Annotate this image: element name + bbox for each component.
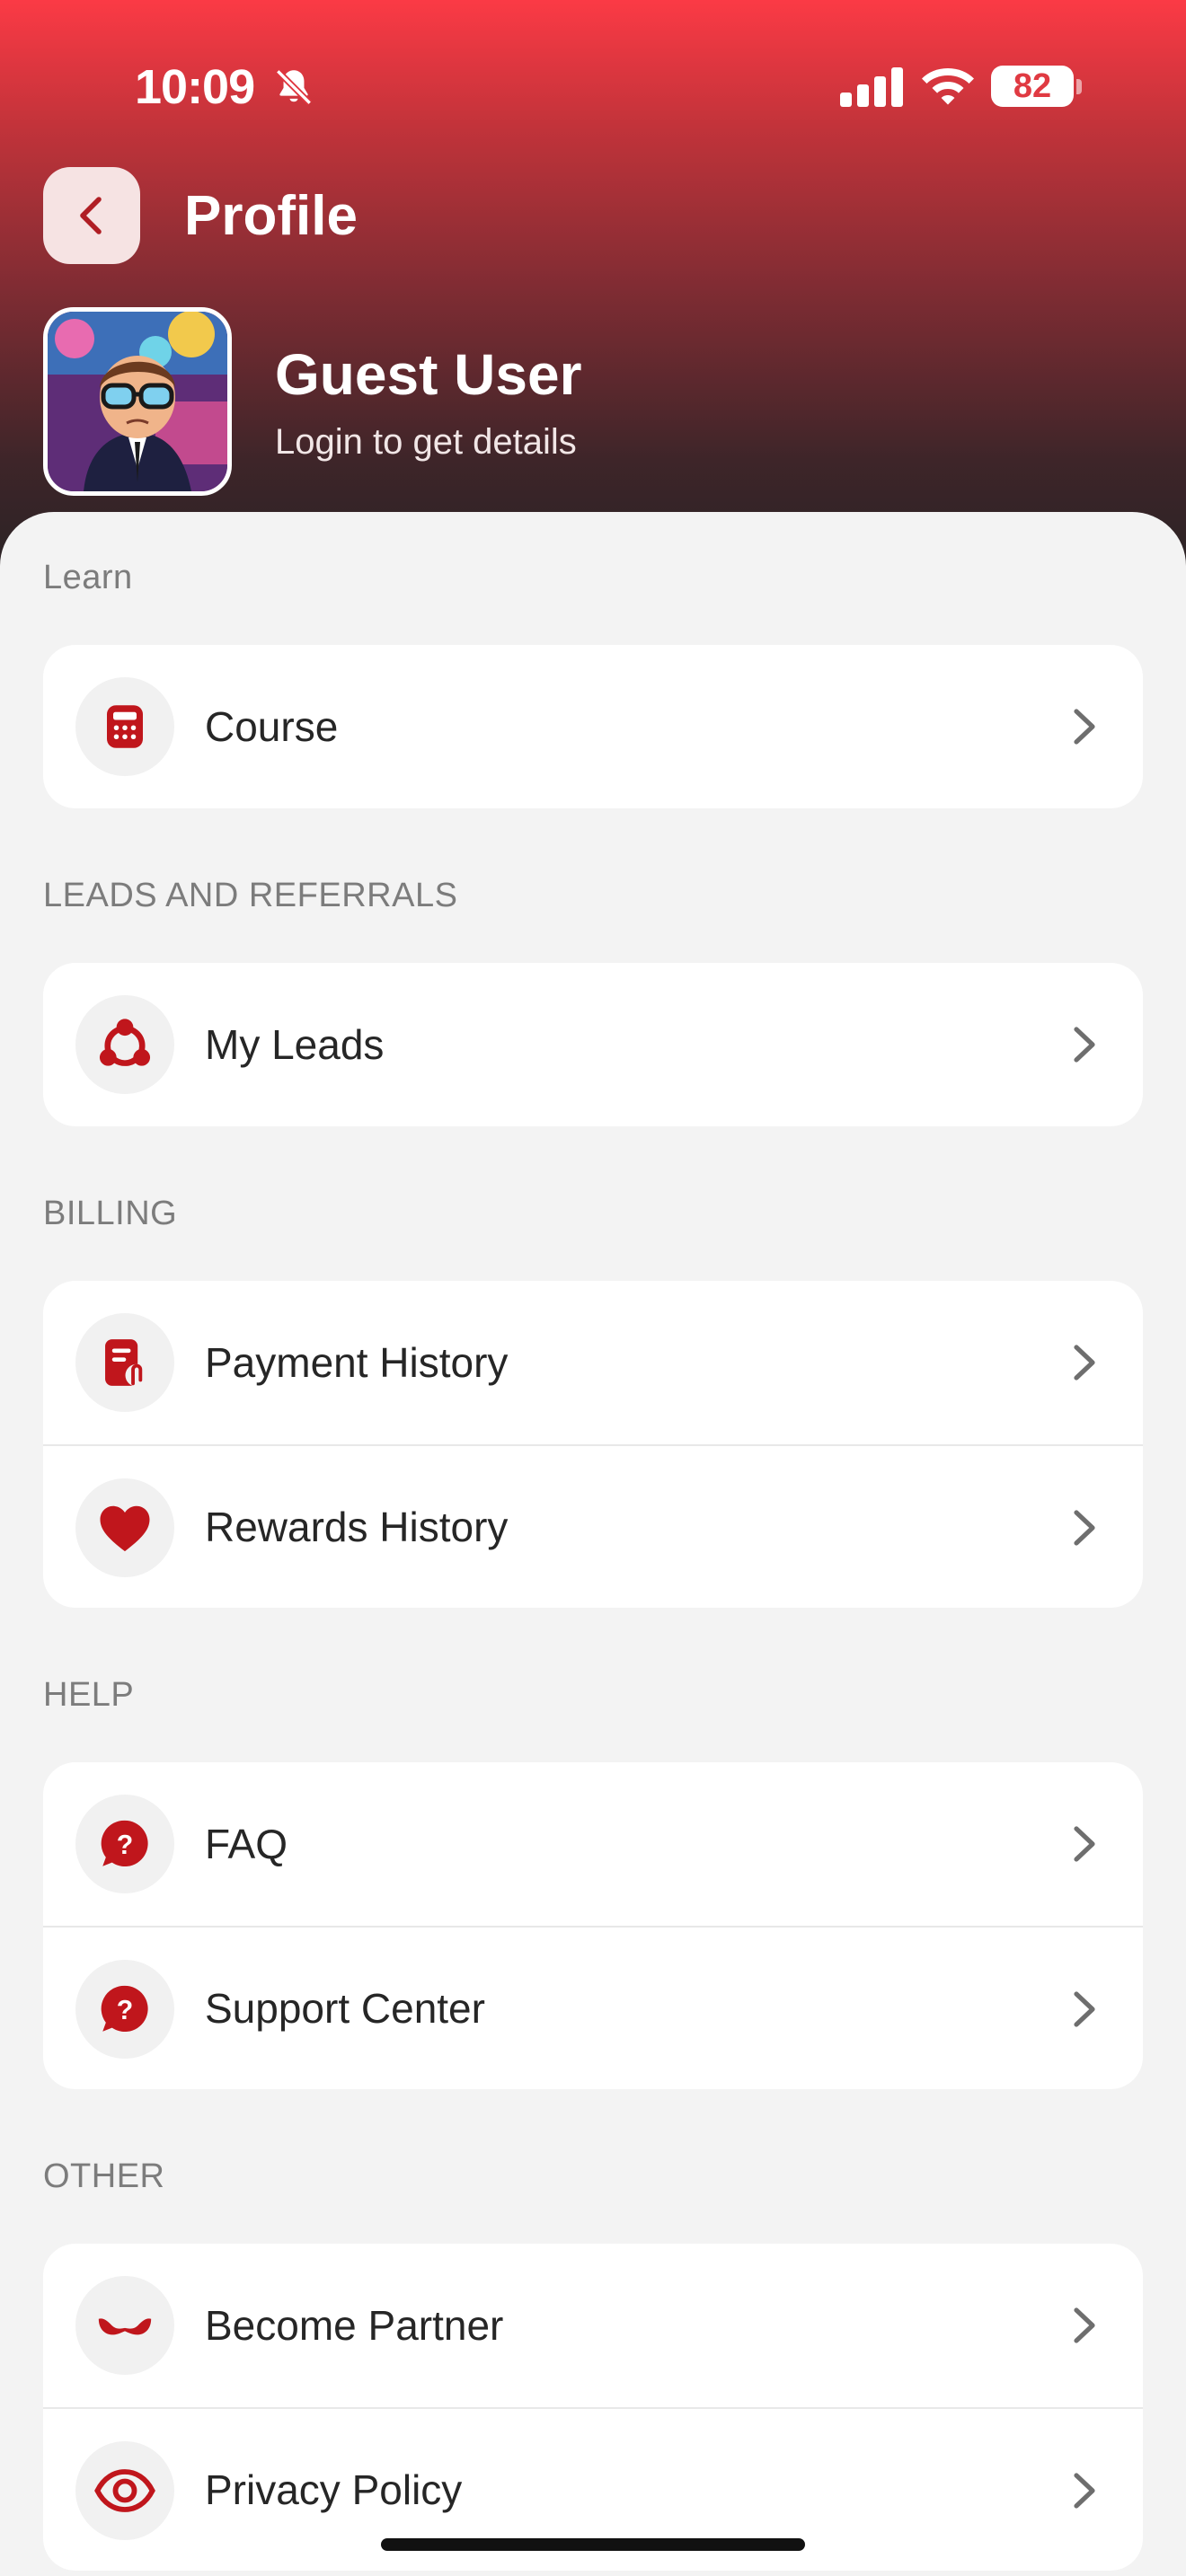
chevron-right-icon — [1074, 1510, 1095, 1546]
wifi-icon — [922, 68, 974, 105]
section-label-other: OTHER — [43, 2157, 165, 2195]
menu-item-my-leads[interactable]: My Leads — [43, 963, 1143, 1126]
chevron-right-icon — [1074, 2473, 1095, 2509]
chevron-right-icon — [1074, 1027, 1095, 1063]
card-help: ? FAQ ? Support Center — [43, 1762, 1143, 2089]
section-label-leads: LEADS AND REFERRALS — [43, 877, 458, 914]
card-billing: Payment History Rewards History — [43, 1281, 1143, 1608]
chevron-right-icon — [1074, 1345, 1095, 1381]
question-bubble-icon: ? — [75, 1795, 174, 1893]
status-time: 10:09 — [135, 60, 255, 114]
menu-item-label: My Leads — [205, 1021, 385, 1068]
menu-item-label: Rewards History — [205, 1504, 509, 1550]
menu-item-become-partner[interactable]: Become Partner — [43, 2244, 1143, 2407]
calculator-icon — [75, 677, 174, 776]
chevron-right-icon — [1074, 2307, 1095, 2343]
menu-item-rewards-history[interactable]: Rewards History — [43, 1444, 1143, 1608]
menu-item-faq[interactable]: ? FAQ — [43, 1762, 1143, 1926]
menu-item-payment-history[interactable]: Payment History — [43, 1281, 1143, 1444]
svg-text:?: ? — [117, 1831, 133, 1860]
card-learn: Course — [43, 645, 1143, 808]
menu-item-label: Privacy Policy — [205, 2466, 463, 2513]
handshake-icon — [75, 2276, 174, 2375]
chevron-left-icon — [80, 197, 102, 234]
home-indicator[interactable] — [381, 2538, 805, 2551]
menu-item-course[interactable]: Course — [43, 645, 1143, 808]
card-other: Become Partner Privacy Policy — [43, 2244, 1143, 2571]
bell-slash-icon — [275, 68, 313, 106]
section-label-help: HELP — [43, 1676, 135, 1714]
network-icon — [75, 995, 174, 1094]
page-title: Profile — [184, 185, 358, 247]
receipt-icon — [75, 1313, 174, 1412]
battery-tip — [1076, 79, 1082, 94]
battery-indicator: 82 — [991, 66, 1074, 107]
login-prompt[interactable]: Login to get details — [275, 422, 577, 463]
menu-item-support-center[interactable]: ? Support Center — [43, 1926, 1143, 2089]
menu-item-label: Course — [205, 703, 339, 750]
avatar[interactable] — [43, 307, 232, 496]
question-bubble-icon: ? — [75, 1960, 174, 2059]
chevron-right-icon — [1074, 1991, 1095, 2027]
menu-item-label: FAQ — [205, 1821, 288, 1867]
heart-icon — [75, 1478, 174, 1577]
menu-item-label: Become Partner — [205, 2302, 504, 2349]
card-leads: My Leads — [43, 963, 1143, 1126]
back-button[interactable] — [43, 167, 140, 264]
menu-item-label: Support Center — [205, 1985, 485, 2032]
signal-icon — [840, 67, 903, 107]
menu-item-label: Payment History — [205, 1339, 509, 1386]
status-bar: 10:09 82 — [0, 0, 1186, 171]
section-label-billing: BILLING — [43, 1195, 178, 1232]
svg-text:?: ? — [117, 1996, 133, 2025]
chevron-right-icon — [1074, 709, 1095, 745]
eye-icon — [75, 2441, 174, 2540]
chevron-right-icon — [1074, 1826, 1095, 1862]
section-label-learn: Learn — [43, 559, 133, 596]
avatar-illustration — [48, 312, 227, 491]
user-name: Guest User — [275, 342, 582, 407]
